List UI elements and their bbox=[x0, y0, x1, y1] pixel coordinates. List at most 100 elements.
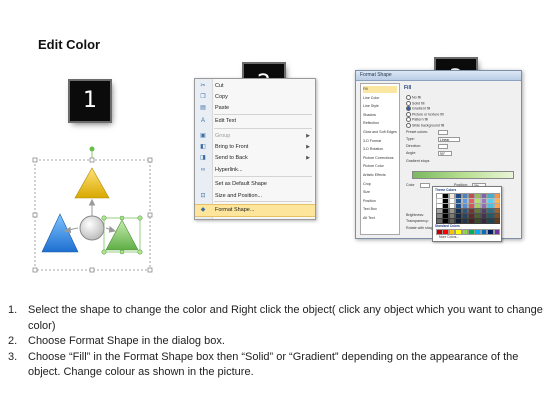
menu-item-group[interactable]: ▣ Group ▶ bbox=[195, 131, 315, 142]
menu-item-paste[interactable]: ▤ Paste bbox=[195, 103, 315, 114]
fill-option-label: Gradient fill bbox=[412, 106, 431, 111]
category-alt-text[interactable]: Alt Text bbox=[363, 215, 397, 222]
field-label-preset-colors: Preset colors: bbox=[406, 130, 428, 134]
fill-option-slide-background-fill[interactable]: Slide background fill bbox=[406, 122, 445, 128]
color-swatch[interactable] bbox=[493, 218, 501, 224]
color-palette: Theme Colors Standard Colors More Colors..… bbox=[432, 186, 502, 242]
standard-colors-heading: Standard Colors bbox=[435, 224, 460, 228]
radio-button[interactable] bbox=[406, 100, 411, 106]
category-text-box[interactable]: Text Box bbox=[363, 206, 397, 213]
selection-handle[interactable] bbox=[32, 212, 38, 218]
radio-button[interactable] bbox=[406, 106, 411, 111]
hyperlink-icon: ∞ bbox=[200, 167, 206, 173]
center-circle[interactable] bbox=[79, 215, 105, 241]
menu-item-bring-to-front[interactable]: ◧ Bring to Front ▶ bbox=[195, 142, 315, 153]
menu-item-hyperlink[interactable]: ∞ Hyperlink... bbox=[195, 165, 315, 176]
category-3-d-format[interactable]: 3-D Format bbox=[363, 138, 397, 145]
instruction-text: Select the shape to change the color and… bbox=[28, 304, 543, 332]
selection-handle[interactable] bbox=[32, 157, 38, 163]
radio-button[interactable] bbox=[406, 122, 411, 128]
format-shape-icon: ◆ bbox=[200, 207, 206, 213]
radio-button[interactable] bbox=[406, 95, 411, 100]
blue-triangle[interactable] bbox=[41, 213, 79, 253]
menu-item-label: Set as Default Shape bbox=[215, 181, 267, 187]
category-crop[interactable]: Crop bbox=[363, 181, 397, 188]
selection-handle[interactable] bbox=[147, 212, 153, 218]
instructions-list: 1. Select the shape to change the color a… bbox=[8, 303, 553, 381]
menu-item-set-as-default-shape[interactable]: Set as Default Shape bbox=[195, 179, 315, 190]
instruction-number: 1. bbox=[8, 304, 18, 316]
angle-input[interactable]: 90° bbox=[438, 151, 452, 156]
menu-item-format-shape[interactable]: ◆ Format Shape... bbox=[195, 204, 315, 217]
fill-option-label: No fill bbox=[412, 95, 421, 100]
format-category-list: Fill Line Color Line Style Shadow Reflection… bbox=[360, 83, 400, 235]
fill-option-label: Picture or texture fill bbox=[412, 111, 444, 116]
page-title: Edit Color bbox=[38, 37, 101, 52]
chevron-right-icon: ▶ bbox=[306, 144, 310, 150]
edit-text-icon: A bbox=[200, 118, 205, 124]
yellow-triangle[interactable] bbox=[74, 167, 110, 199]
category-fill[interactable]: Fill bbox=[363, 86, 397, 93]
type-dropdown[interactable]: Linear bbox=[438, 137, 460, 142]
green-triangle[interactable] bbox=[105, 219, 139, 251]
instruction-number: 2. bbox=[8, 335, 18, 347]
field-label-angle: Angle: bbox=[406, 151, 417, 155]
category-artistic-effects[interactable]: Artistic Effects bbox=[363, 172, 397, 179]
direction-dropdown[interactable] bbox=[438, 144, 448, 149]
selection-handle[interactable] bbox=[147, 157, 153, 163]
color-dropdown[interactable] bbox=[420, 183, 430, 188]
category-3-d-rotation[interactable]: 3-D Rotation bbox=[363, 146, 397, 153]
radio-button[interactable] bbox=[406, 111, 411, 117]
preset-colors-dropdown[interactable] bbox=[438, 130, 448, 135]
context-menu: ✂ Cut ❐ Copy ▤ Paste A Edit Text ▣ Group ▶ ◧ Bring t… bbox=[194, 78, 316, 220]
scissors-icon: ✂ bbox=[200, 83, 206, 89]
category-line-color[interactable]: Line Color bbox=[363, 95, 397, 102]
copy-icon: ❐ bbox=[200, 94, 206, 100]
selection-handle[interactable] bbox=[89, 267, 95, 273]
menu-item-label: Bring to Front bbox=[215, 144, 249, 150]
selection-handle[interactable] bbox=[147, 267, 153, 273]
fill-options-panel: Fill No fill Solid fill Gradient fill Pictu… bbox=[402, 83, 517, 242]
selection-handle[interactable] bbox=[32, 267, 38, 273]
category-position[interactable]: Position bbox=[363, 198, 397, 205]
category-picture-corrections[interactable]: Picture Corrections bbox=[363, 155, 397, 162]
menu-item-label: Edit Text bbox=[215, 118, 236, 124]
field-label-color: Color bbox=[406, 183, 415, 187]
fill-option-label: Solid fill bbox=[412, 100, 425, 105]
menu-item-label: Cut bbox=[215, 83, 224, 89]
rotation-handle[interactable] bbox=[89, 146, 95, 152]
menu-item-copy[interactable]: ❐ Copy bbox=[195, 92, 315, 103]
field-label-rotate-with-shape: Rotate with shape bbox=[406, 226, 435, 230]
menu-item-send-to-back[interactable]: ◨ Send to Back ▶ bbox=[195, 153, 315, 164]
field-label-direction: Direction: bbox=[406, 144, 422, 148]
menu-item-size-and-position[interactable]: ⊡ Size and Position... bbox=[195, 191, 315, 202]
category-reflection[interactable]: Reflection bbox=[363, 120, 397, 127]
gradient-stops-bar[interactable] bbox=[412, 171, 514, 179]
category-picture-color[interactable]: Picture Color bbox=[363, 163, 397, 170]
field-label-transparency: Transparency: bbox=[406, 219, 429, 223]
instruction-item: 1. Select the shape to change the color a… bbox=[8, 303, 553, 334]
category-size[interactable]: Size bbox=[363, 189, 397, 196]
bring-to-front-icon: ◧ bbox=[200, 144, 206, 150]
category-line-style[interactable]: Line Style bbox=[363, 103, 397, 110]
category-glow-and-soft-edges[interactable]: Glow and Soft Edges bbox=[363, 129, 397, 136]
menu-item-label: Copy bbox=[215, 94, 228, 100]
more-colors-link[interactable]: More Colors... bbox=[439, 235, 459, 239]
menu-item-edit-text[interactable]: A Edit Text bbox=[195, 116, 315, 127]
menu-item-label: Format Shape... bbox=[215, 207, 255, 213]
radio-button[interactable] bbox=[406, 117, 411, 122]
category-shadow[interactable]: Shadow bbox=[363, 112, 397, 119]
instruction-item: 3. Choose “Fill” in the Format Shape box … bbox=[8, 350, 553, 381]
standard-color-swatch[interactable] bbox=[493, 229, 501, 235]
menu-item-label: Hyperlink... bbox=[215, 167, 243, 173]
format-shape-dialog: Format Shape Fill Line Color Line Style Sha… bbox=[355, 70, 522, 242]
instruction-number: 3. bbox=[8, 350, 18, 363]
menu-item-cut[interactable]: ✂ Cut bbox=[195, 81, 315, 92]
fill-option-label: Slide background fill bbox=[412, 122, 445, 127]
selection-handle[interactable] bbox=[89, 157, 95, 163]
menu-item-label: Send to Back bbox=[215, 155, 248, 161]
chevron-right-icon: ▶ bbox=[306, 155, 310, 161]
menu-separator bbox=[214, 176, 312, 177]
menu-separator bbox=[214, 114, 312, 115]
field-label-gradient-stops: Gradient stops bbox=[406, 159, 430, 163]
